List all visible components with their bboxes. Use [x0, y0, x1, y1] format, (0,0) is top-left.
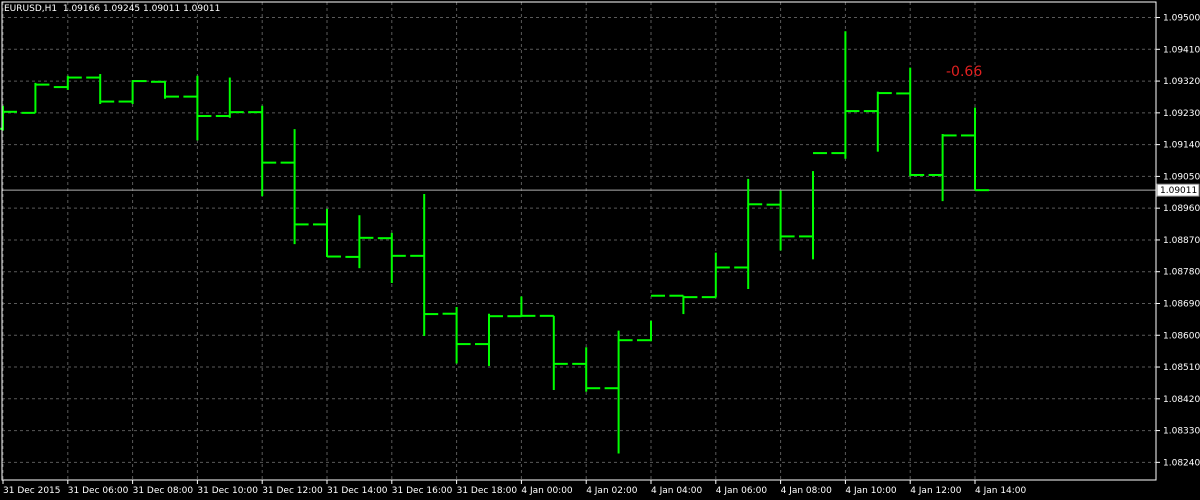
- price-chart[interactable]: 31 Dec 2015 31 Dec 06:00 31 Dec 08:00 31 De…: [0, 0, 1200, 500]
- y-axis-label: 1.09410: [1163, 45, 1200, 55]
- x-axis-label: 31 Dec 08:00: [133, 486, 194, 496]
- x-axis-label: 31 Dec 06:00: [68, 486, 129, 496]
- x-axis-label: 4 Jan 08:00: [781, 486, 833, 496]
- x-axis-label: 31 Dec 10:00: [197, 486, 258, 496]
- x-axis-label: 4 Jan 12:00: [910, 486, 962, 496]
- y-axis-label: 1.08690: [1163, 299, 1200, 309]
- y-axis-label: 1.09050: [1163, 172, 1200, 182]
- chart-background: [0, 0, 1200, 500]
- x-axis-label: 4 Jan 04:00: [651, 486, 703, 496]
- price-change-annotation: -0.66: [946, 64, 983, 80]
- y-axis-label: 1.08330: [1163, 427, 1200, 437]
- x-axis-label: 31 Dec 12:00: [262, 486, 323, 496]
- y-axis-label: 1.08960: [1163, 204, 1200, 214]
- current-price-label: 1.09011: [1160, 186, 1197, 196]
- x-axis-label: 4 Jan 00:00: [521, 486, 573, 496]
- y-axis-label: 1.09500: [1163, 14, 1200, 24]
- x-axis-label: 4 Jan 06:00: [716, 486, 768, 496]
- y-axis-label: 1.09320: [1163, 77, 1200, 87]
- ohlc-readout: 1.09166 1.09245 1.09011 1.09011: [62, 4, 221, 14]
- x-axis-label: 31 Dec 16:00: [392, 486, 453, 496]
- symbol-label: EURUSD,H1: [4, 4, 58, 14]
- y-axis-label: 1.08600: [1163, 331, 1200, 341]
- y-axis-label: 1.08780: [1163, 268, 1200, 278]
- x-axis-label: 31 Dec 2015: [3, 486, 61, 496]
- x-axis-label: 31 Dec 18:00: [457, 486, 518, 496]
- chart-header: EURUSD,H1 1.09166 1.09245 1.09011 1.0901…: [4, 4, 220, 14]
- x-axis-label: 4 Jan 14:00: [975, 486, 1027, 496]
- y-axis-label: 1.09230: [1163, 109, 1200, 119]
- x-axis-label: 4 Jan 02:00: [586, 486, 638, 496]
- y-axis-label: 1.09140: [1163, 141, 1200, 151]
- y-axis-label: 1.08420: [1163, 395, 1200, 405]
- y-axis-label: 1.08510: [1163, 363, 1200, 373]
- y-axis-label: 1.08870: [1163, 236, 1200, 246]
- x-axis-label: 31 Dec 14:00: [327, 486, 388, 496]
- y-axis-label: 1.08240: [1163, 458, 1200, 468]
- x-axis-label: 4 Jan 10:00: [845, 486, 897, 496]
